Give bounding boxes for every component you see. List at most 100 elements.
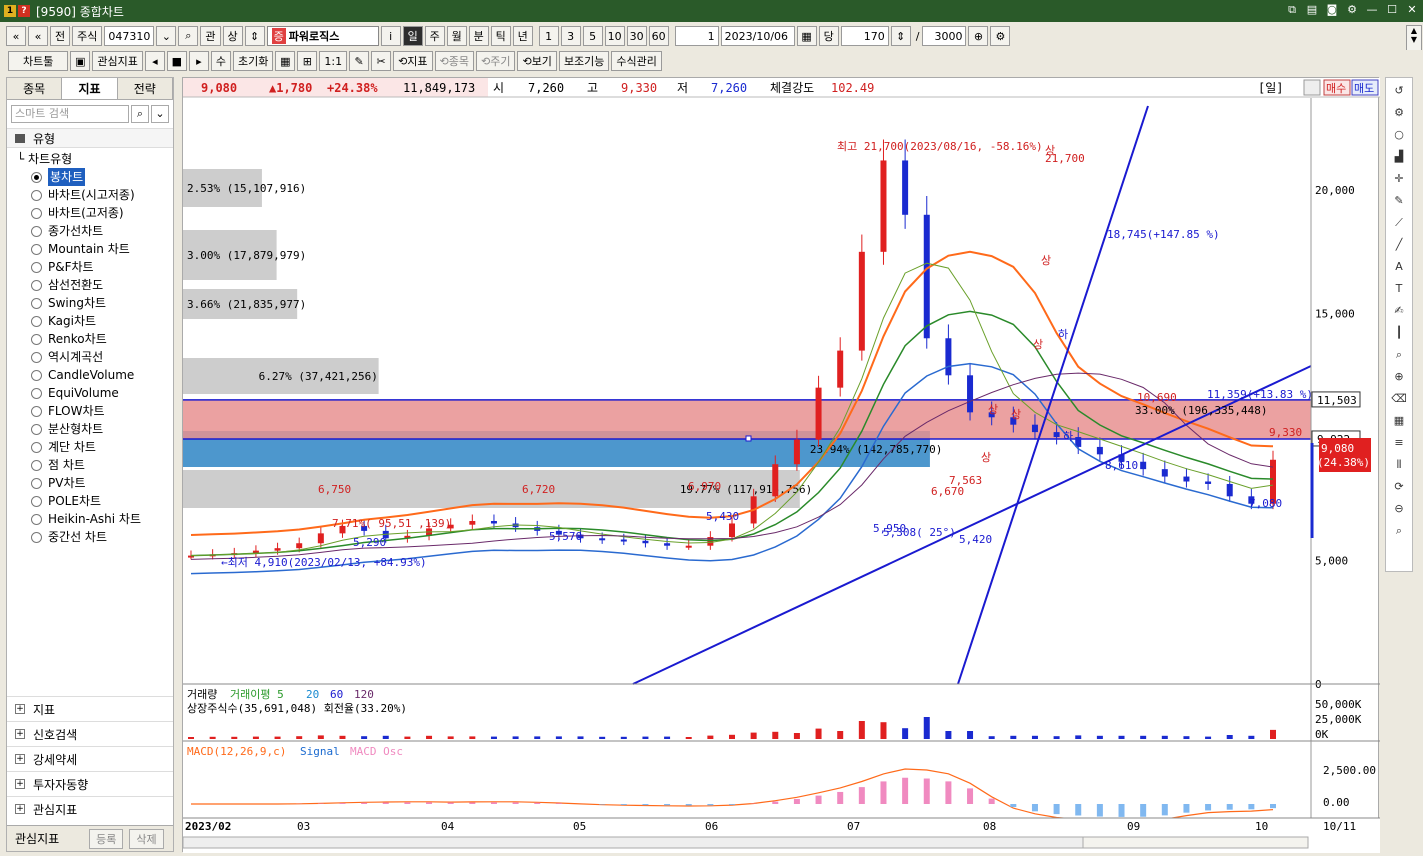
macd-pane[interactable]: MACD(12,26,9,c) Signal MACD Osc 2,500.00 0.0…: [183, 740, 1380, 822]
radio-icon[interactable]: [31, 459, 42, 471]
candle-body[interactable]: [599, 538, 606, 541]
print-icon[interactable]: ▤: [1305, 3, 1319, 17]
chart-tool-button[interactable]: 차트툴: [8, 51, 69, 71]
chart-svg[interactable]: 9,080 ▲1,780 +24.38% 11,849,173 시 7,260 …: [183, 78, 1380, 853]
radio-icon[interactable]: [31, 423, 42, 435]
stock-name-field[interactable]: 증 파워로직스: [266, 26, 379, 46]
radio-icon[interactable]: [31, 225, 42, 237]
expand-icon[interactable]: +: [15, 804, 25, 814]
period-2-button[interactable]: 월: [446, 26, 467, 46]
expand-icon[interactable]: +: [15, 779, 25, 789]
tab-0[interactable]: 종목: [7, 78, 63, 99]
group-1[interactable]: + 신호검색: [7, 721, 173, 746]
chart-type-item[interactable]: Swing차트: [7, 294, 173, 312]
expand-icon[interactable]: +: [15, 754, 25, 764]
search-icon[interactable]: ⌕: [131, 105, 149, 123]
candle-body[interactable]: [729, 523, 735, 538]
interval-5-button[interactable]: 60: [648, 26, 669, 46]
interval-2-button[interactable]: 5: [582, 26, 603, 46]
tab-1[interactable]: 지표: [62, 78, 118, 99]
candle-body[interactable]: [490, 521, 497, 524]
candle-body[interactable]: [772, 464, 779, 497]
refresh-icon[interactable]: ⟳: [1394, 476, 1403, 498]
chart-area[interactable]: 9,080 ▲1,780 +24.38% 11,849,173 시 7,260 …: [182, 77, 1380, 853]
pen-icon[interactable]: ✎: [1394, 190, 1403, 212]
ratio-button[interactable]: 1:1: [319, 51, 348, 71]
stock-overlay-button[interactable]: ⟲ 종목: [434, 51, 474, 71]
settings-icon[interactable]: ⚙: [1394, 102, 1404, 124]
zoom-out-icon[interactable]: ⊖: [1394, 498, 1403, 520]
candle-body[interactable]: [317, 533, 324, 544]
group-3[interactable]: + 투자자동향: [7, 771, 173, 796]
radio-icon[interactable]: [31, 477, 42, 489]
candle-body[interactable]: [1096, 446, 1103, 455]
layout-icon[interactable]: ⊞: [297, 51, 318, 71]
market-button[interactable]: 주식: [72, 26, 103, 46]
candle-body[interactable]: [837, 350, 844, 388]
scroll-left-icon[interactable]: ◂: [144, 51, 165, 71]
brush-icon[interactable]: ✍: [1394, 300, 1403, 322]
reset-button[interactable]: 초기화: [232, 51, 274, 71]
period-1-button[interactable]: 주: [424, 26, 445, 46]
fib-icon[interactable]: ≡: [1394, 432, 1403, 454]
candle-body[interactable]: [945, 338, 952, 376]
candle-icon[interactable]: ┃: [1396, 322, 1403, 344]
interval-1-button[interactable]: 3: [560, 26, 581, 46]
chart-type-item[interactable]: PV차트: [7, 474, 173, 492]
radio-icon[interactable]: [31, 243, 42, 255]
ruler-icon[interactable]: ⟋: [1395, 212, 1403, 234]
period-3-button[interactable]: 분: [468, 26, 489, 46]
close-icon[interactable]: ✕: [1405, 3, 1419, 17]
gear-icon[interactable]: ⚙: [1345, 3, 1359, 17]
candle-body[interactable]: [664, 543, 671, 546]
collapse-icon[interactable]: ⌄: [151, 105, 169, 123]
chart-type-item[interactable]: 종가선차트: [7, 222, 173, 240]
candle-body[interactable]: [1183, 476, 1190, 482]
candle-body[interactable]: [1205, 481, 1212, 484]
smart-search-input[interactable]: 스마트 검색: [11, 105, 129, 123]
chart-type-item[interactable]: Kagi차트: [7, 312, 173, 330]
period-0-button[interactable]: 일: [402, 26, 423, 46]
settings-gear-icon[interactable]: ⚙: [990, 26, 1011, 46]
aux-button[interactable]: 보조기능: [558, 51, 610, 71]
cursor-icon[interactable]: ✎: [349, 51, 370, 71]
expand-icon[interactable]: +: [15, 729, 25, 739]
period-5-button[interactable]: 년: [512, 26, 533, 46]
view-button[interactable]: ⟲ 보기: [517, 51, 557, 71]
link-icon[interactable]: ⧉: [1285, 3, 1299, 17]
candle-body[interactable]: [274, 548, 281, 551]
bars-icon[interactable]: ⦀: [1397, 454, 1402, 476]
candle-body[interactable]: [858, 251, 865, 351]
chart-type-item[interactable]: 중간선 차트: [7, 528, 173, 546]
date-input[interactable]: 2023/10/06: [720, 26, 795, 46]
first-button[interactable]: «: [6, 26, 26, 46]
chart-type-item[interactable]: CandleVolume: [7, 366, 173, 384]
chart-type-item[interactable]: Heikin-Ashi 차트: [7, 510, 173, 528]
crosshair-icon[interactable]: ✛: [1394, 168, 1403, 190]
radio-icon[interactable]: [31, 315, 42, 327]
band-handle[interactable]: [745, 435, 752, 442]
stock-code-input[interactable]: 047310: [104, 26, 155, 46]
auto-icon[interactable]: A: [1395, 256, 1403, 278]
display-count-input[interactable]: 170: [840, 26, 889, 46]
candle-body[interactable]: [815, 387, 822, 440]
chart-type-item[interactable]: 삼선전환도: [7, 276, 173, 294]
interval-3-button[interactable]: 10: [604, 26, 625, 46]
chart-icon[interactable]: ▟: [1395, 146, 1403, 168]
chart-type-item[interactable]: POLE차트: [7, 492, 173, 510]
current-button[interactable]: 당: [818, 26, 839, 46]
radio-icon[interactable]: [31, 531, 42, 543]
candle-body[interactable]: [620, 539, 627, 542]
candle-body[interactable]: [469, 521, 476, 525]
interval-4-button[interactable]: 30: [626, 26, 647, 46]
candle-body[interactable]: [1161, 469, 1168, 477]
delete-button[interactable]: 삭제: [129, 828, 164, 849]
radio-icon[interactable]: [31, 369, 42, 381]
up-button[interactable]: 상: [222, 26, 243, 46]
indicator-button[interactable]: ⟲ 지표: [393, 51, 433, 71]
chart-type-item[interactable]: 바차트(고저종): [7, 204, 173, 222]
maximize-icon[interactable]: ☐: [1385, 3, 1399, 17]
chart-type-item[interactable]: 분산형차트: [7, 420, 173, 438]
type-group[interactable]: 유형: [7, 128, 173, 148]
interval-input[interactable]: 1: [674, 26, 719, 46]
